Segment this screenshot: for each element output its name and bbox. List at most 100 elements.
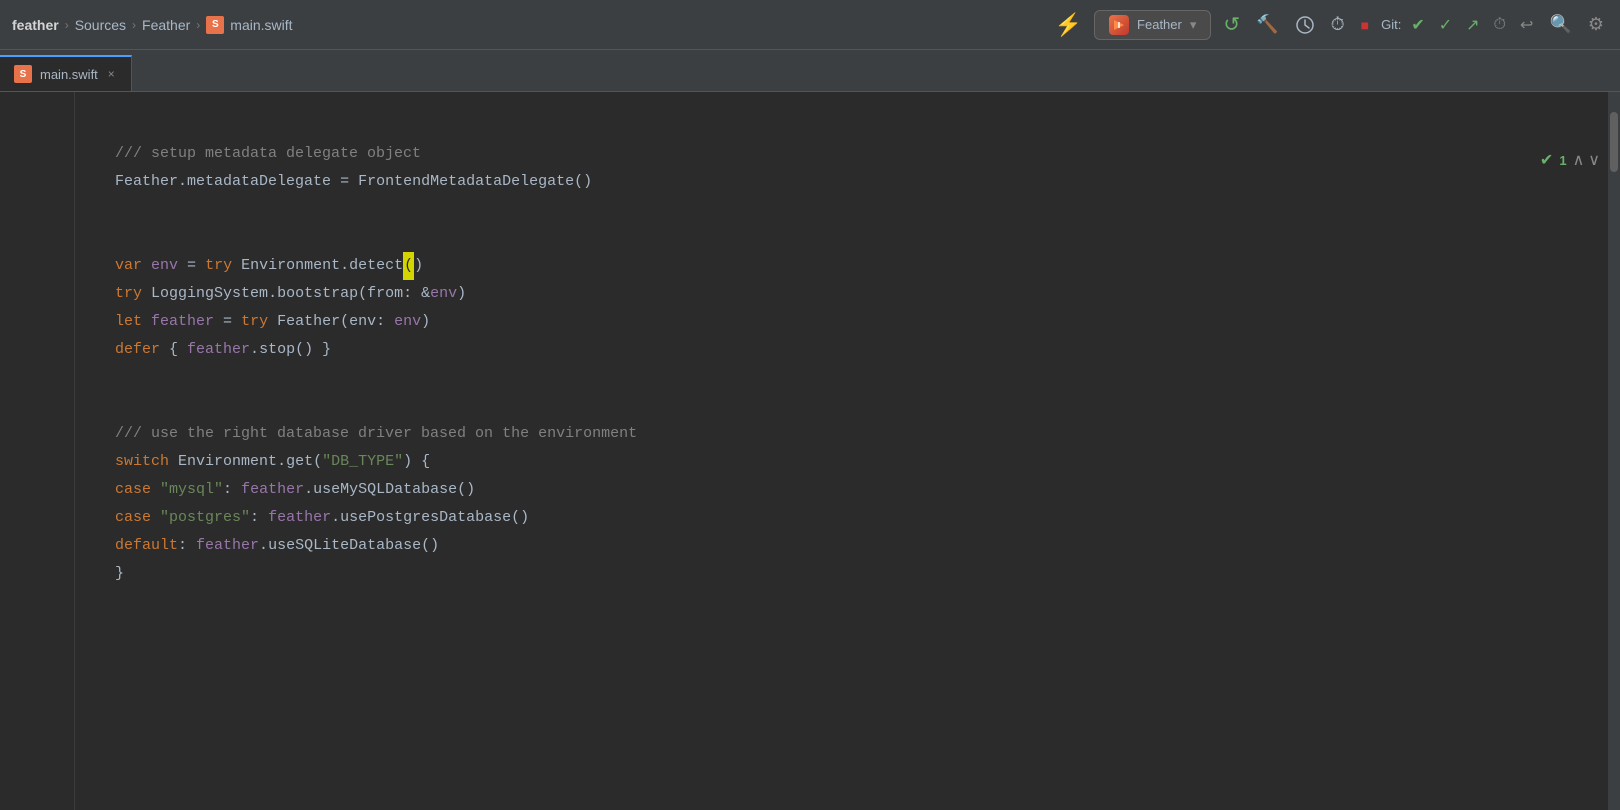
code-token: : [250, 504, 268, 532]
code-token: metadataDelegate [187, 168, 331, 196]
code-token [151, 504, 160, 532]
code-token: bootstrap [277, 280, 358, 308]
code-token: : [223, 476, 241, 504]
code-token: () [421, 532, 439, 560]
build-button[interactable]: 🔨 [1252, 10, 1282, 39]
code-line: case "postgres": feather.usePostgresData… [115, 504, 1620, 532]
git-push-button[interactable]: ↗ [1462, 11, 1483, 39]
code-editor[interactable]: /// setup metadata delegate object Feath… [75, 92, 1620, 810]
scrollbar[interactable] [1608, 92, 1620, 810]
run-target-label: Feather [1137, 17, 1182, 32]
settings-button[interactable]: ⚙ [1584, 10, 1608, 39]
toolbar-actions: ⚡ Feather ▾ ↺ 🔨 ⏱ ■ [1051, 8, 1608, 42]
tab-main-swift[interactable]: S main.swift × [0, 55, 132, 91]
rerun-button[interactable]: ↺ [1219, 8, 1244, 41]
run-target-chevron: ▾ [1190, 17, 1197, 33]
breadcrumb-feather: Feather [142, 17, 190, 33]
git-undo-button[interactable]: ↩ [1516, 11, 1537, 39]
code-token: switch [115, 448, 169, 476]
code-line [115, 112, 1620, 140]
tab-label: main.swift [40, 67, 98, 82]
editor-container: ✔ 1 ∧ ∨ /// setup metadata delegate obje… [0, 92, 1620, 810]
code-line: Feather.metadataDelegate = FrontendMetad… [115, 168, 1620, 196]
code-token: . [340, 252, 349, 280]
code-token: stop [259, 336, 295, 364]
issue-next-button[interactable]: ∨ [1588, 150, 1600, 170]
code-token [142, 252, 151, 280]
code-token: env [394, 308, 421, 336]
code-line [115, 224, 1620, 252]
code-token: env [151, 252, 178, 280]
code-token: Environment [178, 448, 277, 476]
code-token: = [214, 308, 241, 336]
code-token: = [331, 168, 358, 196]
code-token: "mysql" [160, 476, 223, 504]
issue-bar: ✔ 1 ∧ ∨ [1540, 150, 1600, 170]
code-token: . [178, 168, 187, 196]
git-commit-button[interactable]: ✔ [1407, 11, 1428, 39]
issue-check-icon: ✔ [1540, 150, 1553, 170]
code-line: let feather = try Feather(env: env) [115, 308, 1620, 336]
code-token: feather [196, 532, 259, 560]
code-token: env [349, 308, 376, 336]
code-token: ( [313, 448, 322, 476]
code-token: /// setup metadata delegate object [115, 140, 421, 168]
code-token: default [115, 532, 178, 560]
code-token [232, 252, 241, 280]
left-gutter [0, 92, 75, 810]
toolbar: feather › Sources › Feather › S main.swi… [0, 0, 1620, 50]
code-token: ) [421, 308, 430, 336]
run-target-button[interactable]: Feather ▾ [1094, 10, 1211, 40]
code-token: "DB_TYPE" [322, 448, 403, 476]
search-button[interactable]: 🔍 [1545, 10, 1575, 39]
code-token [151, 476, 160, 504]
git-check-button[interactable]: ✓ [1435, 11, 1456, 39]
code-line: default: feather.useSQLiteDatabase() [115, 532, 1620, 560]
code-token: } [115, 560, 124, 588]
coverage-button[interactable] [1291, 11, 1319, 39]
issue-nav: ∧ ∨ [1573, 150, 1600, 170]
code-token: ) [403, 448, 412, 476]
tab-close-button[interactable]: × [106, 67, 117, 81]
code-line: var env = try Environment.detect() [115, 252, 1620, 280]
code-token: get [286, 448, 313, 476]
code-token: try [115, 280, 142, 308]
code-line: } [115, 560, 1620, 588]
clock-button[interactable]: ⏱ [1327, 10, 1349, 39]
breadcrumb-sep-1: › [65, 18, 69, 32]
code-token: : & [403, 280, 430, 308]
breadcrumb-filename: main.swift [230, 17, 292, 33]
code-token: { [160, 336, 187, 364]
code-token: detect [349, 252, 403, 280]
code-line: try LoggingSystem.bootstrap(from: &env) [115, 280, 1620, 308]
code-line: case "mysql": feather.useMySQLDatabase() [115, 476, 1620, 504]
code-token: () [511, 504, 529, 532]
code-token: /// use the right database driver based … [115, 420, 637, 448]
code-token: case [115, 476, 151, 504]
code-token: LoggingSystem [151, 280, 268, 308]
code-line: switch Environment.get("DB_TYPE") { [115, 448, 1620, 476]
code-token: ) [457, 280, 466, 308]
code-token: useSQLiteDatabase [268, 532, 421, 560]
breadcrumb: feather › Sources › Feather › S main.swi… [12, 16, 293, 34]
code-token: . [250, 336, 259, 364]
run-icon[interactable]: ⚡ [1051, 8, 1086, 42]
code-token: FrontendMetadataDelegate [358, 168, 574, 196]
code-token: let [115, 308, 142, 336]
code-token: ( [358, 280, 367, 308]
stop-button[interactable]: ■ [1357, 13, 1373, 37]
issue-prev-button[interactable]: ∧ [1573, 150, 1585, 170]
breadcrumb-project[interactable]: feather [12, 17, 59, 33]
code-token: defer [115, 336, 160, 364]
code-token: ( [340, 308, 349, 336]
code-token: } [313, 336, 331, 364]
code-token: . [268, 280, 277, 308]
code-token [142, 280, 151, 308]
tabs-bar: S main.swift × [0, 50, 1620, 92]
code-token: env [430, 280, 457, 308]
scrollbar-thumb[interactable] [1610, 112, 1618, 172]
code-line: defer { feather.stop() } [115, 336, 1620, 364]
code-token: ) [414, 252, 423, 280]
git-history-button[interactable]: ⏱ [1490, 12, 1510, 38]
code-token: try [241, 308, 268, 336]
